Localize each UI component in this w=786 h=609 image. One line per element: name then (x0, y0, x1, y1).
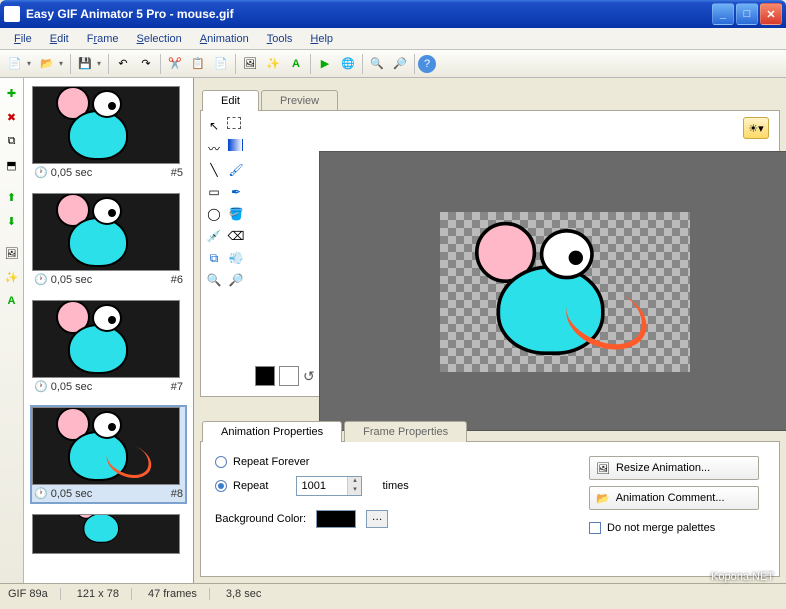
status-dimensions: 121 x 78 (77, 588, 132, 600)
tab-anim-props[interactable]: Animation Properties (202, 421, 342, 442)
frame-item-selected[interactable]: 🕐0,05 sec#8 (30, 405, 187, 504)
brush-icon[interactable]: 🖌 (227, 161, 245, 179)
pen-icon[interactable]: ✒ (227, 183, 245, 201)
animation-comment-button[interactable]: 📂Animation Comment... (589, 486, 759, 510)
fill-icon[interactable]: 🪣 (227, 205, 245, 223)
pointer-icon[interactable]: ↖ (205, 117, 223, 135)
preview-icon[interactable]: 🔍 (366, 53, 388, 75)
save-icon[interactable]: 💾 (74, 53, 96, 75)
rect-icon[interactable]: ▭ (205, 183, 223, 201)
status-frames: 47 frames (148, 588, 210, 600)
window-title: Easy GIF Animator 5 Pro - mouse.gif (26, 7, 712, 21)
crop-icon[interactable]: ⧉ (205, 249, 223, 267)
help-icon[interactable]: ? (418, 55, 436, 73)
zoom-out-icon[interactable]: 🔎 (227, 271, 245, 289)
radio-repeat-forever[interactable] (215, 456, 227, 468)
status-version: GIF 89a (8, 588, 61, 600)
copy-icon[interactable]: 📋 (187, 53, 209, 75)
move-up-icon[interactable]: ⬆ (1, 186, 23, 208)
delete-frame-icon[interactable]: ✖ (1, 106, 23, 128)
radio-repeat[interactable] (215, 480, 227, 492)
status-duration: 3,8 sec (226, 588, 273, 600)
folder-icon: 📂 (596, 492, 610, 505)
insert-icon[interactable]: ⬒ (1, 154, 23, 176)
spray-icon[interactable]: 💨 (227, 249, 245, 267)
undo-icon[interactable]: ↶ (112, 53, 134, 75)
text-tool-icon[interactable]: A (1, 290, 23, 312)
frame-item[interactable] (30, 512, 187, 556)
menu-selection[interactable]: Selection (129, 31, 190, 47)
edit-frame-icon[interactable]: 🖼 (1, 242, 23, 264)
line-icon[interactable]: ╲ (205, 161, 223, 179)
play-icon[interactable]: ▶ (314, 53, 336, 75)
edit-tools: ↖ 〰 ╲🖌 ▭✒ ◯🪣 💉⌫ ⧉💨 🔍🔎 (201, 111, 249, 396)
frame-item[interactable]: 🕐0,05 sec#5 (30, 84, 187, 183)
new-icon[interactable]: 📄 (4, 53, 26, 75)
duplicate-icon[interactable]: ⧉ (1, 130, 23, 152)
options-button[interactable]: ☀▾ (743, 117, 769, 139)
canvas[interactable] (319, 151, 786, 431)
close-button[interactable]: ✕ (760, 3, 782, 25)
menu-tools[interactable]: Tools (259, 31, 301, 47)
gradient-icon[interactable] (227, 139, 243, 151)
menu-bar: File Edit Frame Selection Animation Tool… (0, 28, 786, 50)
bg-color-swatch[interactable] (279, 366, 299, 386)
editor-tabs: Edit Preview (194, 84, 786, 110)
swap-colors-icon[interactable]: ↺ (303, 368, 315, 385)
repeat-count-spinner[interactable]: ▴▾ (296, 476, 362, 496)
add-frame-icon[interactable]: ✚ (1, 82, 23, 104)
search-icon[interactable]: 🔎 (389, 53, 411, 75)
repeat-input[interactable] (297, 477, 347, 495)
menu-frame[interactable]: Frame (79, 31, 127, 47)
ellipse-icon[interactable]: ◯ (205, 205, 223, 223)
menu-edit[interactable]: Edit (42, 31, 77, 47)
watermark: Kopona.NET (711, 571, 774, 583)
text-icon[interactable]: A (285, 53, 307, 75)
lasso-icon[interactable]: 〰 (205, 139, 223, 157)
frame-item[interactable]: 🕐0,05 sec#7 (30, 298, 187, 397)
status-bar: GIF 89a 121 x 78 47 frames 3,8 sec (0, 583, 786, 603)
app-icon: 🎞 (4, 6, 20, 22)
bg-more-button[interactable]: … (366, 510, 388, 528)
web-icon[interactable]: 🌐 (337, 53, 359, 75)
wizard-icon[interactable]: ✨ (262, 53, 284, 75)
frames-panel[interactable]: 🕐0,05 sec#5 🕐0,05 sec#6 🕐0,05 sec#7 🕐0,0… (24, 78, 194, 583)
image-icon[interactable]: 🖼 (239, 53, 261, 75)
paste-icon[interactable]: 📄 (210, 53, 232, 75)
frame-item[interactable]: 🕐0,05 sec#6 (30, 191, 187, 290)
open-icon[interactable]: 📂 (36, 53, 58, 75)
menu-animation[interactable]: Animation (192, 31, 257, 47)
fg-color-swatch[interactable] (255, 366, 275, 386)
eyedropper-icon[interactable]: 💉 (205, 227, 223, 245)
menu-help[interactable]: Help (302, 31, 341, 47)
tab-preview[interactable]: Preview (261, 90, 338, 111)
move-down-icon[interactable]: ⬇ (1, 210, 23, 232)
effects-icon[interactable]: ✨ (1, 266, 23, 288)
side-toolbar: ✚ ✖ ⧉ ⬒ ⬆ ⬇ 🖼 ✨ A (0, 78, 24, 583)
eraser-icon[interactable]: ⌫ (227, 227, 245, 245)
bg-label: Background Color: (215, 513, 306, 525)
title-bar: 🎞 Easy GIF Animator 5 Pro - mouse.gif _ … (0, 0, 786, 28)
main-toolbar: 📄▾ 📂▾ 💾▾ ↶ ↷ ✂️ 📋 📄 🖼 ✨ A ▶ 🌐 🔍 🔎 ? (0, 50, 786, 78)
tab-frame-props[interactable]: Frame Properties (344, 421, 467, 442)
minimize-button[interactable]: _ (712, 3, 734, 25)
bg-color-picker[interactable] (316, 510, 356, 528)
merge-checkbox[interactable] (589, 522, 601, 534)
marquee-icon[interactable] (227, 117, 241, 129)
resize-icon: 🖼 (596, 462, 610, 475)
resize-animation-button[interactable]: 🖼Resize Animation... (589, 456, 759, 480)
redo-icon[interactable]: ↷ (135, 53, 157, 75)
properties-panel: Repeat Forever Repeat ▴▾ times Backgroun… (200, 441, 780, 577)
tab-edit[interactable]: Edit (202, 90, 259, 111)
menu-file[interactable]: File (6, 31, 40, 47)
zoom-in-icon[interactable]: 🔍 (205, 271, 223, 289)
cut-icon[interactable]: ✂️ (164, 53, 186, 75)
edit-panel: ↖ 〰 ╲🖌 ▭✒ ◯🪣 💉⌫ ⧉💨 🔍🔎 ☀▾ (200, 110, 780, 397)
maximize-button[interactable]: □ (736, 3, 758, 25)
